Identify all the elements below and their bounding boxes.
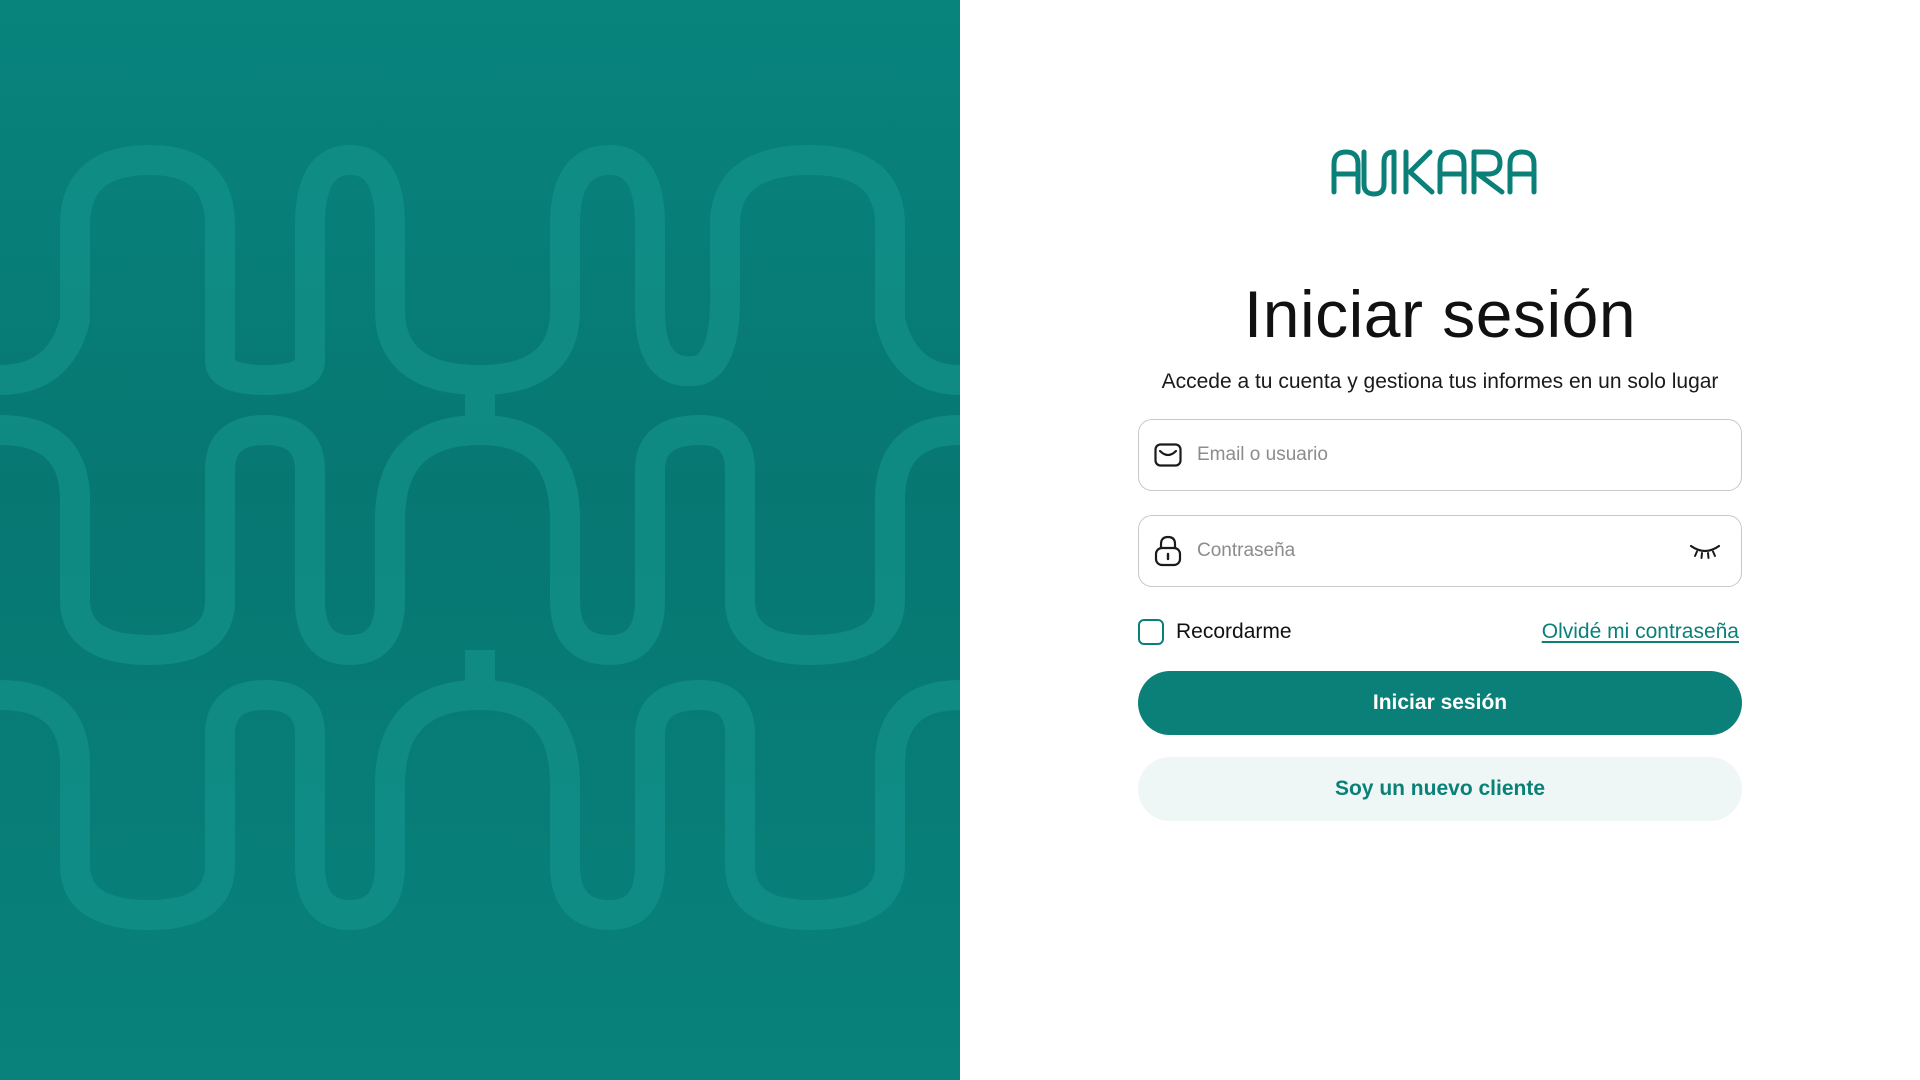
remember-checkbox[interactable] <box>1138 619 1164 645</box>
mail-icon <box>1153 438 1183 472</box>
remember-label: Recordarme <box>1176 620 1292 643</box>
new-client-button[interactable]: Soy un nuevo cliente <box>1138 757 1742 821</box>
ankara-logo <box>1331 149 1537 197</box>
brand-pattern-panel <box>0 0 960 1080</box>
email-field[interactable] <box>1138 419 1742 491</box>
email-input[interactable] <box>1195 434 1741 476</box>
login-options-row: Recordarme Olvidé mi contraseña <box>1138 616 1742 648</box>
login-panel: Iniciar sesión Accede a tu cuenta y gest… <box>960 0 1920 1080</box>
page-title: Iniciar sesión <box>1243 277 1637 351</box>
page-subtitle: Accede a tu cuenta y gestiona tus inform… <box>1161 370 1719 393</box>
lock-icon <box>1153 534 1183 568</box>
login-page: Iniciar sesión Accede a tu cuenta y gest… <box>0 0 1920 1080</box>
login-button[interactable]: Iniciar sesión <box>1138 671 1742 735</box>
eye-closed-icon[interactable] <box>1687 536 1723 566</box>
forgot-password-link[interactable]: Olvidé mi contraseña <box>1542 620 1739 644</box>
password-field[interactable] <box>1138 515 1742 587</box>
wave-pattern-background <box>0 0 960 1080</box>
password-input[interactable] <box>1195 530 1687 572</box>
remember-me[interactable]: Recordarme <box>1138 619 1292 645</box>
